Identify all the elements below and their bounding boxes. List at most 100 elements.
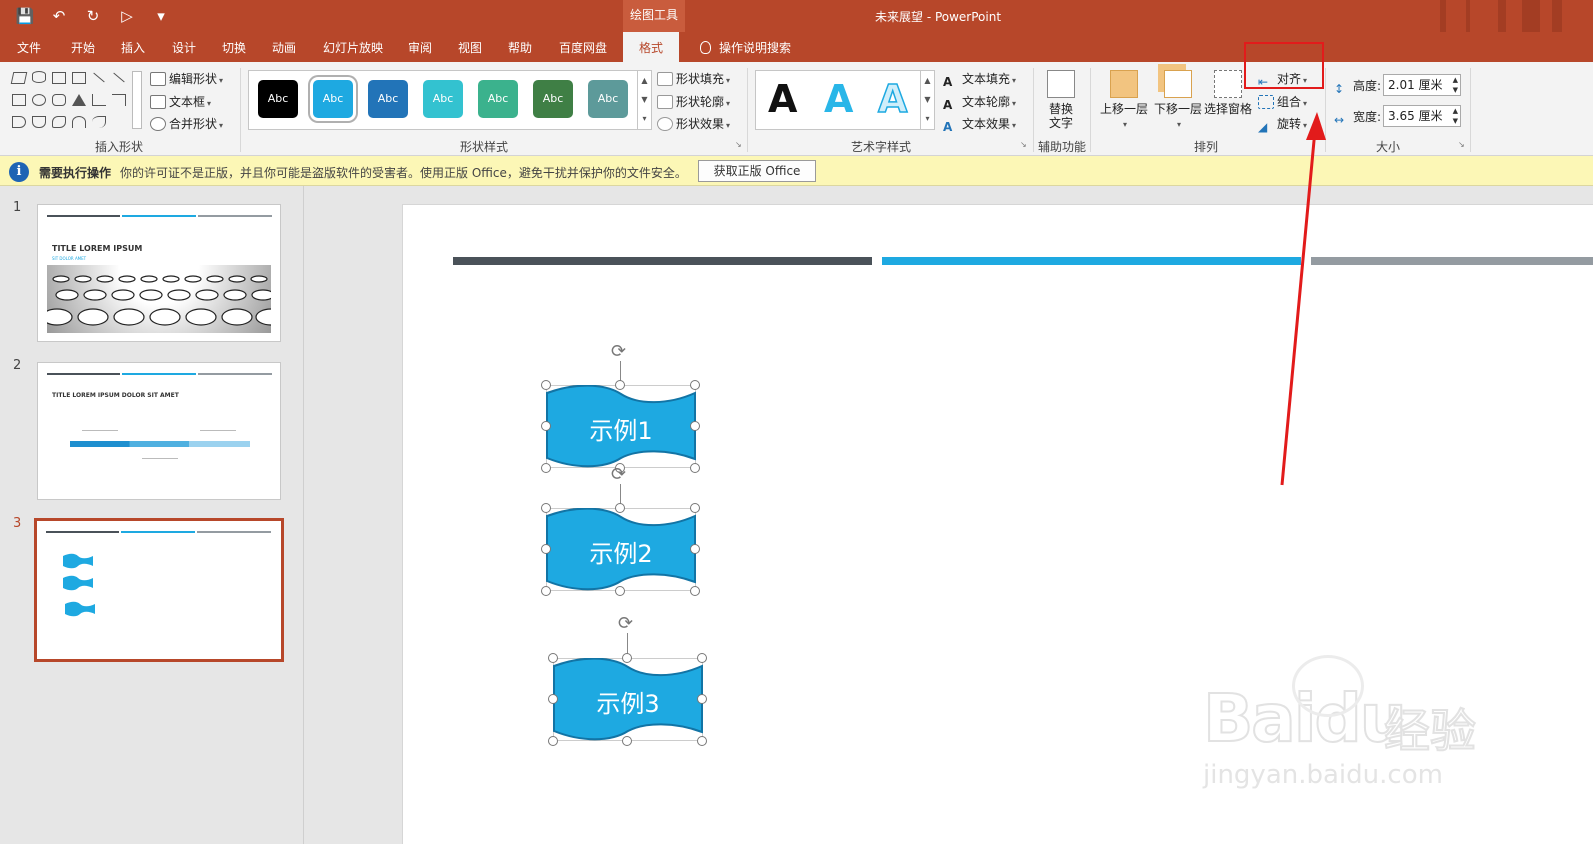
shape-style-swatch[interactable]: Abc	[368, 80, 408, 118]
banner-shape-3[interactable]: 示例3	[553, 658, 703, 741]
wordart-style-outline[interactable]: A	[877, 76, 908, 122]
tab-help[interactable]: 帮助	[508, 39, 532, 56]
shape-outline-button[interactable]: 形状轮廓 ▾	[657, 93, 730, 110]
customize-qat-icon[interactable]: ▾	[150, 6, 172, 26]
shape-style-swatch[interactable]: Abc	[258, 80, 298, 118]
resize-handle[interactable]	[697, 653, 707, 663]
shapes-gallery[interactable]	[8, 68, 144, 134]
tab-view[interactable]: 视图	[458, 39, 482, 56]
scribble-shape-icon[interactable]	[92, 116, 106, 128]
edit-shape-button[interactable]: 编辑形状 ▾	[150, 70, 223, 87]
down-arrow-shape-icon[interactable]	[32, 116, 46, 128]
resize-handle[interactable]	[690, 503, 700, 513]
resize-handle[interactable]	[615, 380, 625, 390]
width-spinner-icon[interactable]: ▲ ▼	[1453, 106, 1458, 126]
arc-shape-icon[interactable]	[72, 116, 86, 128]
slide-thumbnail-1[interactable]: TITLE LOREM IPSUM SIT DOLOR AMET	[37, 204, 287, 342]
tab-format[interactable]: 格式	[623, 32, 680, 62]
rectangle-shape-icon[interactable]	[12, 94, 26, 106]
resize-handle[interactable]	[541, 544, 551, 554]
width-input[interactable]: 3.65 厘米 ▲ ▼	[1383, 105, 1461, 127]
alt-text-button[interactable]: 替换 文字	[1041, 70, 1081, 130]
rotate-handle-icon[interactable]: ⟳	[611, 464, 626, 485]
tab-animations[interactable]: 动画	[272, 39, 296, 56]
vertical-textbox-shape-icon[interactable]	[72, 72, 86, 84]
bring-forward-button[interactable]: 上移一层 ▾	[1098, 70, 1150, 132]
resize-handle[interactable]	[541, 503, 551, 513]
group-button[interactable]: 组合 ▾	[1258, 93, 1307, 110]
tab-insert[interactable]: 插入	[121, 39, 145, 56]
tab-home[interactable]: 开始	[71, 39, 95, 56]
resize-handle[interactable]	[615, 586, 625, 596]
tab-design[interactable]: 设计	[172, 39, 196, 56]
resize-handle[interactable]	[622, 653, 632, 663]
resize-handle[interactable]	[615, 503, 625, 513]
tell-me-search[interactable]: 操作说明搜索	[700, 39, 791, 56]
right-arrow-shape-icon[interactable]	[12, 116, 26, 128]
tab-slideshow[interactable]: 幻灯片放映	[323, 39, 383, 56]
send-backward-button[interactable]: 下移一层 ▾	[1152, 70, 1204, 132]
cylinder-shape-icon[interactable]	[32, 71, 46, 83]
line-shape-icon[interactable]	[93, 72, 105, 83]
redo-icon[interactable]: ↻	[82, 6, 104, 26]
text-effects-button[interactable]: A 文本效果 ▾	[943, 115, 1016, 134]
shape-style-swatch[interactable]: Abc	[478, 80, 518, 118]
wordart-style-blue[interactable]: A	[824, 77, 853, 121]
elbow-connector-shape-icon[interactable]	[92, 94, 106, 106]
tab-review[interactable]: 审阅	[408, 39, 432, 56]
elbow-arrow-shape-icon[interactable]	[112, 94, 126, 106]
undo-icon[interactable]: ↶	[48, 6, 70, 26]
shape-effects-button[interactable]: 形状效果 ▾	[657, 115, 730, 132]
size-launcher-icon[interactable]: ↘	[1458, 140, 1465, 149]
slide-thumbnail-2[interactable]: TITLE LOREM IPSUM DOLOR SIT AMET	[37, 362, 281, 500]
tab-file[interactable]: 文件	[17, 39, 41, 56]
get-genuine-office-button[interactable]: 获取正版 Office	[698, 160, 816, 182]
slide-thumbnail-3[interactable]	[34, 518, 284, 662]
curve-shape-icon[interactable]	[52, 116, 66, 128]
shape-styles-launcher-icon[interactable]: ↘	[735, 140, 742, 149]
resize-handle[interactable]	[690, 544, 700, 554]
shape-style-swatch[interactable]: Abc	[533, 80, 573, 118]
height-spinner-icon[interactable]: ▲ ▼	[1453, 75, 1458, 95]
height-input[interactable]: 2.01 厘米 ▲ ▼	[1383, 74, 1461, 96]
wordart-launcher-icon[interactable]: ↘	[1020, 140, 1027, 149]
merge-shapes-button[interactable]: 合并形状 ▾	[150, 115, 223, 132]
oval-shape-icon[interactable]	[32, 94, 46, 106]
rotate-handle-icon[interactable]: ⟳	[611, 341, 626, 362]
shape-style-swatch[interactable]: Abc	[423, 80, 463, 118]
shape-style-swatch-selected[interactable]: Abc	[313, 80, 353, 118]
resize-handle[interactable]	[697, 694, 707, 704]
resize-handle[interactable]	[622, 736, 632, 746]
shape-style-swatch[interactable]: Abc	[588, 80, 628, 118]
shape-fill-button[interactable]: 形状填充 ▾	[657, 70, 730, 87]
rounded-rectangle-shape-icon[interactable]	[52, 94, 66, 106]
resize-handle[interactable]	[548, 653, 558, 663]
resize-handle[interactable]	[541, 586, 551, 596]
shapes-gallery-more-icon[interactable]	[132, 71, 142, 129]
gallery-scroll[interactable]: ▲ ▼ ▾	[637, 71, 651, 129]
wordart-style-black[interactable]: A	[768, 77, 797, 121]
triangle-shape-icon[interactable]	[72, 94, 86, 106]
resize-handle[interactable]	[697, 736, 707, 746]
resize-handle[interactable]	[548, 694, 558, 704]
resize-handle[interactable]	[541, 421, 551, 431]
banner-shape-2[interactable]: 示例2	[546, 508, 696, 591]
rotate-handle-icon[interactable]: ⟳	[618, 613, 633, 634]
tab-transitions[interactable]: 切换	[222, 39, 246, 56]
resize-handle[interactable]	[690, 586, 700, 596]
tab-baidu-netdisk[interactable]: 百度网盘	[559, 39, 607, 56]
resize-handle[interactable]	[541, 380, 551, 390]
save-icon[interactable]: 💾	[14, 6, 36, 26]
freeform-shape-icon[interactable]	[10, 72, 28, 84]
text-fill-button[interactable]: A 文本填充 ▾	[943, 70, 1016, 89]
arrow-shape-icon[interactable]	[113, 72, 125, 83]
text-outline-button[interactable]: A 文本轮廓 ▾	[943, 93, 1016, 112]
start-slideshow-icon[interactable]: ▷	[116, 6, 138, 26]
resize-handle[interactable]	[541, 463, 551, 473]
resize-handle[interactable]	[548, 736, 558, 746]
gallery-scroll[interactable]: ▲ ▼ ▾	[920, 71, 934, 129]
resize-handle[interactable]	[690, 421, 700, 431]
text-box-button[interactable]: 文本框 ▾	[150, 93, 211, 110]
resize-handle[interactable]	[690, 380, 700, 390]
resize-handle[interactable]	[690, 463, 700, 473]
